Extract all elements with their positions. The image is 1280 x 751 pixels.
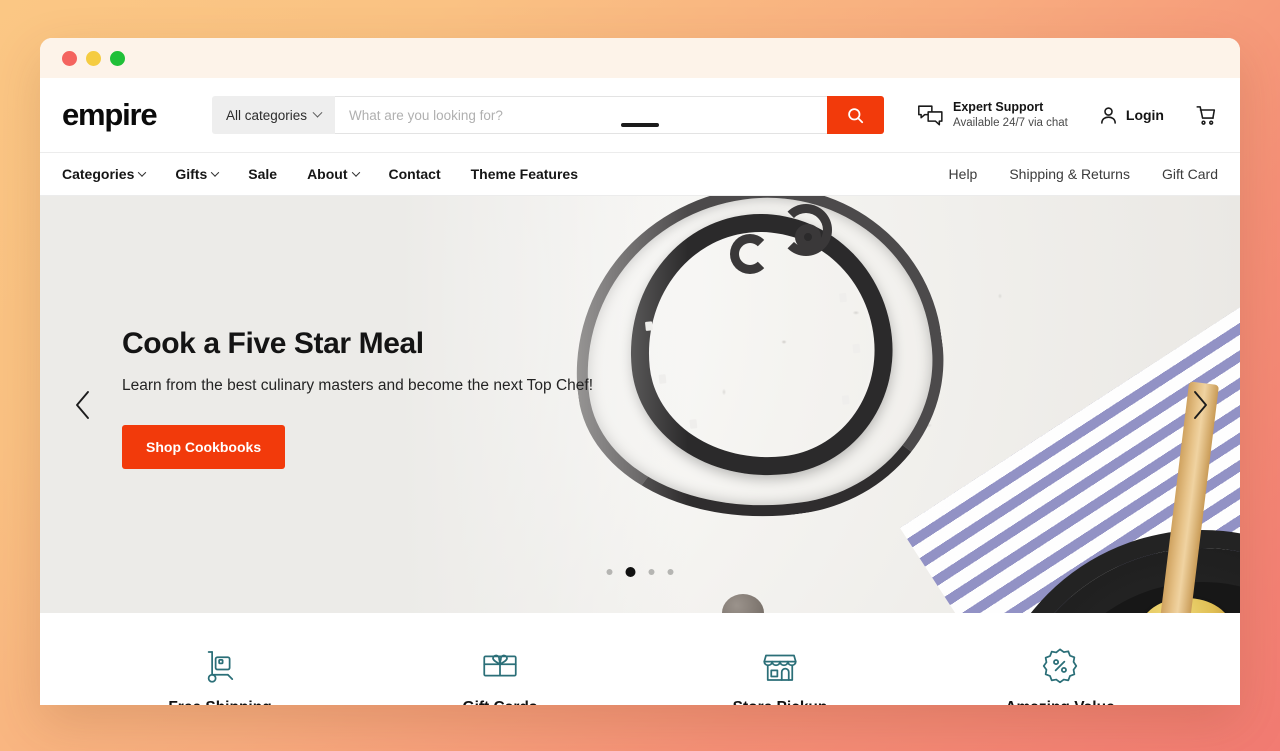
- chat-bubbles-icon: [918, 105, 943, 126]
- feature-label: Gift Cards: [463, 699, 538, 705]
- feature-gift-cards[interactable]: Gift Cards: [360, 645, 640, 705]
- main-navigation: Categories Gifts Sale About Contact Them…: [40, 152, 1240, 196]
- nav-item-contact[interactable]: Contact: [389, 166, 441, 182]
- feature-label: Free Shipping: [168, 699, 271, 705]
- carousel-dot-1[interactable]: [606, 569, 613, 575]
- search-button[interactable]: [827, 96, 884, 134]
- gift-card-icon: [483, 654, 517, 677]
- hero-carousel: Cook a Five Star Meal Learn from the bes…: [40, 196, 1240, 613]
- nav-label: Sale: [248, 166, 278, 182]
- delivery-cart-icon: [207, 651, 234, 683]
- shop-cookbooks-button[interactable]: Shop Cookbooks: [122, 424, 286, 469]
- nav-item-categories[interactable]: Categories: [62, 166, 147, 182]
- close-window-button[interactable]: [62, 50, 77, 66]
- nav-secondary: Help Shipping & Returns Gift Card: [949, 166, 1218, 182]
- carousel-next-button[interactable]: [1190, 389, 1210, 421]
- cart-button[interactable]: [1194, 103, 1218, 127]
- nav-item-help[interactable]: Help: [949, 166, 978, 182]
- feature-label: Store Pickup: [733, 699, 828, 705]
- page-drag-handle[interactable]: [621, 123, 659, 127]
- carousel-pagination: [606, 567, 674, 577]
- search-input[interactable]: [335, 96, 827, 134]
- minimize-window-button[interactable]: [86, 50, 101, 66]
- search-bar: All categories: [212, 96, 884, 134]
- nav-item-gifts[interactable]: Gifts: [175, 166, 220, 182]
- nav-primary: Categories Gifts Sale About Contact Them…: [62, 166, 578, 182]
- site-logo[interactable]: empire: [62, 97, 212, 133]
- feature-bar: Free Shipping Gift Cards: [40, 613, 1240, 705]
- hero-subtitle: Learn from the best culinary masters and…: [122, 376, 593, 394]
- hero-content: Cook a Five Star Meal Learn from the bes…: [122, 196, 593, 613]
- nav-item-sale[interactable]: Sale: [248, 166, 277, 182]
- carousel-prev-button[interactable]: [73, 389, 93, 421]
- nav-label: Contact: [388, 166, 441, 182]
- shopping-cart-icon: [1196, 106, 1216, 125]
- carousel-dot-2[interactable]: [625, 567, 636, 577]
- nav-item-shipping-returns[interactable]: Shipping & Returns: [1009, 166, 1130, 182]
- nav-label: Gifts: [175, 166, 208, 182]
- maximize-window-button[interactable]: [110, 50, 125, 66]
- nav-item-about[interactable]: About: [307, 166, 360, 182]
- category-select-label: All categories: [226, 107, 308, 123]
- site-header: empire All categories What are you looki…: [40, 78, 1240, 152]
- hero-title: Cook a Five Star Meal: [122, 326, 424, 360]
- support-title: Expert Support: [953, 100, 1044, 114]
- feature-label: Amazing Value: [1005, 699, 1114, 705]
- login-label: Login: [1125, 107, 1164, 123]
- nav-label: About: [307, 166, 348, 182]
- carousel-dot-3[interactable]: [648, 569, 655, 575]
- nav-item-gift-card[interactable]: Gift Card: [1162, 166, 1218, 182]
- nav-label: Theme Features: [470, 166, 578, 182]
- storefront-icon: [763, 654, 797, 681]
- chevron-down-icon: [351, 168, 360, 177]
- percent-badge-icon: [1042, 648, 1078, 684]
- feature-amazing-value[interactable]: Amazing Value: [920, 645, 1200, 705]
- browser-window: empire All categories What are you looki…: [40, 38, 1240, 705]
- carousel-dot-4[interactable]: [667, 569, 674, 575]
- feature-free-shipping[interactable]: Free Shipping: [80, 645, 360, 705]
- chevron-right-icon: [1194, 390, 1207, 419]
- login-link[interactable]: Login: [1098, 105, 1164, 126]
- chevron-down-icon: [211, 168, 220, 177]
- feature-store-pickup[interactable]: Store Pickup: [640, 645, 920, 705]
- header-actions: Expert Support Available 24/7 via chat L…: [891, 100, 1218, 130]
- search-icon: [848, 107, 864, 123]
- nav-label: Categories: [62, 166, 135, 182]
- support-text: Expert Support Available 24/7 via chat: [953, 100, 1068, 130]
- support-subtitle: Available 24/7 via chat: [953, 116, 1068, 129]
- nav-item-theme-features[interactable]: Theme Features: [471, 166, 578, 182]
- site-viewport: empire All categories What are you looki…: [40, 78, 1240, 705]
- user-icon: [1100, 106, 1116, 124]
- expert-support-link[interactable]: Expert Support Available 24/7 via chat: [917, 100, 1068, 130]
- chevron-left-icon: [76, 390, 89, 419]
- chevron-down-icon: [312, 107, 323, 118]
- browser-titlebar: [40, 38, 1240, 78]
- category-select[interactable]: All categories: [212, 96, 336, 134]
- chevron-down-icon: [138, 168, 147, 177]
